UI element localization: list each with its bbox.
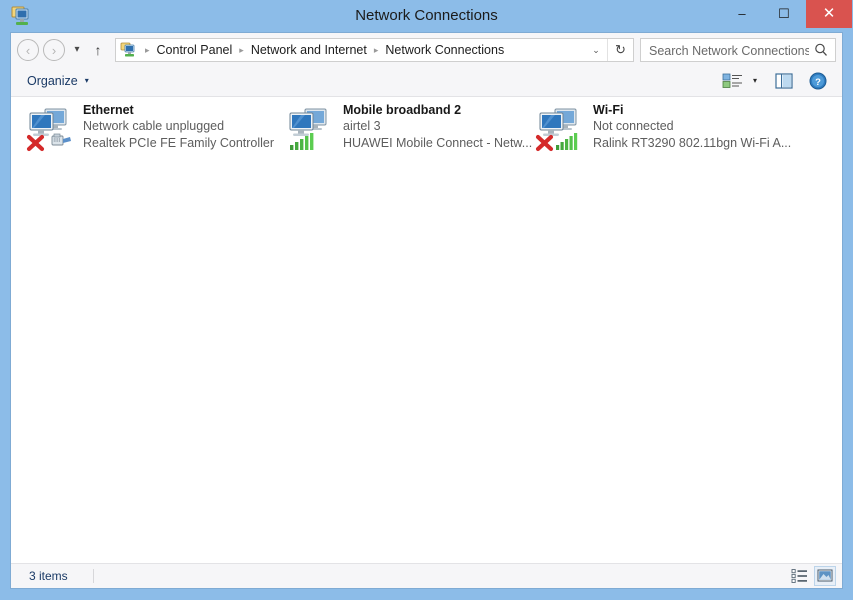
error-badge (538, 137, 551, 149)
maximize-icon: ☐ (762, 0, 806, 28)
organize-button[interactable]: Organize ▾ (25, 70, 95, 92)
forward-arrow-icon: › (43, 39, 65, 61)
breadcrumb-item-network-and-internet[interactable]: Network and Internet (249, 43, 369, 57)
breadcrumb-item-control-panel[interactable]: Control Panel (155, 43, 235, 57)
network-connections-window: Network Connections – ☐ ✕ ‹ › ▾ ↑ (0, 0, 853, 600)
up-arrow-icon: ↑ (88, 38, 108, 62)
list-item-text: Mobile broadband 2 airtel 3 HUAWEI Mobil… (343, 102, 539, 152)
connection-name: Ethernet (83, 102, 279, 118)
title-bar: Network Connections – ☐ ✕ (0, 0, 853, 32)
chevron-down-icon: ⌄ (592, 45, 600, 55)
forward-button[interactable]: › (43, 38, 67, 62)
signal-bars-icon (556, 133, 577, 150)
network-icon (120, 42, 136, 58)
details-view-button[interactable] (789, 566, 811, 586)
network-adapter-icon (535, 104, 585, 152)
error-badge (29, 137, 42, 149)
connection-name: Mobile broadband 2 (343, 102, 539, 118)
item-count-label: 3 items (29, 564, 68, 588)
svg-text:?: ? (815, 77, 821, 88)
refresh-button[interactable]: ↻ (607, 39, 633, 61)
chevron-down-icon: ▾ (69, 38, 85, 62)
connections-list[interactable]: Ethernet Network cable unplugged Realtek… (11, 97, 842, 564)
close-button[interactable]: ✕ (806, 0, 852, 28)
search-input[interactable] (647, 39, 811, 63)
back-arrow-icon: ‹ (17, 39, 39, 61)
breadcrumb-separator: ▸ (234, 39, 249, 61)
list-item[interactable]: Ethernet Network cable unplugged Realtek… (25, 102, 275, 154)
status-bar: 3 items (11, 563, 842, 588)
breadcrumb-separator: ▸ (369, 39, 384, 61)
search-icon[interactable] (810, 39, 832, 61)
breadcrumb: ▸ Control Panel ▸ Network and Internet ▸… (140, 39, 506, 61)
network-adapter-icon (285, 104, 335, 152)
minimize-icon: – (720, 0, 764, 28)
change-view-dropdown[interactable]: ▾ (748, 70, 762, 92)
chevron-down-icon: ▾ (753, 76, 757, 85)
back-button[interactable]: ‹ (17, 38, 41, 62)
breadcrumb-separator: ▸ (140, 39, 155, 61)
list-item-text: Wi-Fi Not connected Ralink RT3290 802.11… (593, 102, 809, 152)
list-item[interactable]: Mobile broadband 2 airtel 3 HUAWEI Mobil… (285, 102, 535, 154)
connection-status: Network cable unplugged (83, 118, 279, 135)
connection-device: HUAWEI Mobile Connect - Netw... (343, 135, 539, 152)
connection-status: airtel 3 (343, 118, 539, 135)
recent-locations-button[interactable]: ▾ (69, 38, 85, 62)
up-button[interactable]: ↑ (88, 38, 108, 62)
preview-pane-button[interactable] (772, 70, 796, 92)
maximize-button[interactable]: ☐ (762, 0, 806, 28)
address-bar: ‹ › ▾ ↑ (11, 33, 842, 66)
breadcrumb-item-network-connections[interactable]: Network Connections (383, 43, 506, 57)
minimize-button[interactable]: – (720, 0, 764, 28)
connection-device: Realtek PCIe FE Family Controller (83, 135, 279, 152)
breadcrumb-dropdown-button[interactable]: ⌄ (586, 39, 606, 61)
connection-device: Ralink RT3290 802.11bgn Wi-Fi A... (593, 135, 809, 152)
connection-status: Not connected (593, 118, 809, 135)
tiles-view-button[interactable] (814, 566, 836, 586)
organize-label: Organize (27, 74, 78, 88)
chevron-down-icon: ▾ (85, 77, 89, 85)
list-item-text: Ethernet Network cable unplugged Realtek… (83, 102, 279, 152)
list-item[interactable]: Wi-Fi Not connected Ralink RT3290 802.11… (535, 102, 805, 154)
breadcrumb-bar[interactable]: ▸ Control Panel ▸ Network and Internet ▸… (115, 38, 634, 62)
command-bar: Organize ▾ ▾ (11, 66, 842, 97)
status-divider (93, 569, 94, 583)
close-icon: ✕ (806, 0, 852, 28)
connection-name: Wi-Fi (593, 102, 809, 118)
change-view-button[interactable] (720, 70, 746, 92)
search-box[interactable] (640, 38, 836, 62)
help-icon[interactable]: ? (806, 70, 830, 92)
refresh-icon: ↻ (615, 42, 626, 57)
network-adapter-icon (25, 104, 75, 152)
client-area: ‹ › ▾ ↑ (10, 32, 843, 589)
